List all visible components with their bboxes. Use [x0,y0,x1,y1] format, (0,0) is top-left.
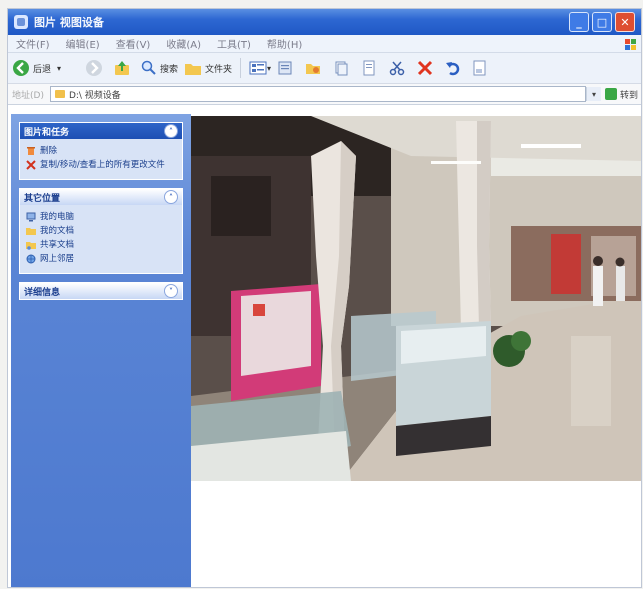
folders-label: 文件夹 [205,64,233,75]
history-icon [278,61,292,75]
document-icon [363,60,375,76]
place-label: 我的文档 [40,226,75,236]
up-folder-icon [115,61,130,75]
delete-button[interactable] [417,56,439,80]
task-pane: 图片和任务 ˄ 删除 复制/移动/查看上的所有更改文件 其它位置 ˄ 我的电脑 … [11,114,191,587]
content-area: 图片和任务 ˄ 删除 复制/移动/查看上的所有更改文件 其它位置 ˄ 我的电脑 … [8,114,641,587]
undo-icon [446,62,460,76]
picture-tasks-header[interactable]: 图片和任务 ˄ [20,123,182,139]
menu-tools[interactable]: 工具(T) [217,36,251,51]
toolbar: 后退 ▾ 搜索 文件夹 ▾ [8,53,641,84]
place-label: 共享文档 [40,240,75,250]
address-label: 地址(D) [12,90,44,101]
network-icon [26,254,36,264]
other-places-header[interactable]: 其它位置 ˄ [20,189,182,205]
search-label: 搜索 [160,64,179,75]
collapse-chevron-icon[interactable]: ˄ [164,124,178,138]
image-preview[interactable] [191,116,641,481]
maximize-button[interactable]: □ [592,12,612,32]
place-label: 网上邻居 [40,254,75,264]
place-label: 我的电脑 [40,212,75,222]
close-button[interactable]: ✕ [615,12,635,32]
other-places-panel: 其它位置 ˄ 我的电脑 我的文档 共享文档 网上邻居 [19,188,183,274]
toolbar-separator [240,58,242,78]
mall-photo [191,116,641,481]
place-my-computer[interactable]: 我的电脑 [26,211,176,223]
menu-help[interactable]: 帮助(H) [267,36,302,51]
page-icon [473,60,486,76]
back-button[interactable]: 后退 [12,56,51,80]
place-my-documents[interactable]: 我的文档 [26,225,176,237]
views-icon [249,61,267,75]
search-icon [141,60,156,75]
computer-icon [26,212,36,222]
documents-folder-icon [26,228,36,235]
copy-to-icon [335,61,348,76]
back-label: 后退 [33,64,52,75]
folder-icon [54,90,65,98]
place-shared-documents[interactable]: 共享文档 [26,239,176,251]
minimize-button[interactable]: _ [569,12,589,32]
panel-body: 我的电脑 我的文档 共享文档 网上邻居 [20,205,182,273]
folder-icon [185,64,202,75]
expand-chevron-icon[interactable]: ˅ [164,284,178,298]
menu-edit[interactable]: 编辑(E) [66,36,100,51]
explorer-window: 图片 视图设备 _ □ ✕ 文件(F) 编辑(E) 查看(V) 收藏(A) 工具… [8,9,641,587]
forward-arrow-icon [86,60,103,76]
task-label: 删除 [40,146,58,156]
search-button[interactable]: 搜索 [141,56,178,80]
address-bar: 地址(D) D:\ 视频设备 ▾ 转到 [8,84,641,105]
page-button[interactable] [473,56,495,80]
history-button[interactable] [277,56,299,80]
panel-body: 删除 复制/移动/查看上的所有更改文件 [20,139,182,179]
details-header[interactable]: 详细信息 ˅ [20,283,182,299]
task-copy-move[interactable]: 复制/移动/查看上的所有更改文件 [26,159,176,171]
app-icon [14,15,28,29]
properties-button[interactable] [361,56,383,80]
address-field[interactable]: D:\ 视频设备 [49,86,586,102]
go-label: 转到 [619,90,638,101]
picture-tasks-panel: 图片和任务 ˄ 删除 复制/移动/查看上的所有更改文件 [19,122,183,180]
go-button[interactable]: 转到 [604,88,638,101]
up-folder-button[interactable] [113,56,135,80]
preview-empty-area [191,481,641,587]
menu-view[interactable]: 查看(V) [116,36,151,51]
go-arrow-icon [604,88,617,100]
place-network[interactable]: 网上邻居 [26,253,176,265]
address-value: D:\ 视频设备 [68,90,121,101]
move-to-button[interactable] [305,56,327,80]
panel-title: 详细信息 [24,287,61,298]
move-to-folder-icon [306,64,321,74]
back-arrow-icon [13,60,29,76]
delete-x-icon [26,160,36,170]
folders-button[interactable]: 文件夹 [184,56,232,80]
windows-flag-icon [625,39,636,50]
scissors-icon [389,61,405,76]
forward-button[interactable] [85,56,107,80]
details-panel: 详细信息 ˅ [19,282,183,300]
views-button[interactable]: ▾ [249,56,271,80]
panel-title: 图片和任务 [24,127,70,138]
title-bar: 图片 视图设备 _ □ ✕ [8,9,641,35]
task-delete[interactable]: 删除 [26,145,176,157]
window-title: 图片 视图设备 [34,16,104,29]
undo-button[interactable] [445,56,467,80]
recycle-bin-icon [27,147,35,155]
task-label: 复制/移动/查看上的所有更改文件 [40,160,165,170]
menu-favorites[interactable]: 收藏(A) [166,36,201,51]
shared-folder-icon [26,242,36,250]
address-dropdown-button[interactable]: ▾ [585,87,601,101]
menu-file[interactable]: 文件(F) [16,36,50,51]
collapse-chevron-icon[interactable]: ˄ [164,190,178,204]
delete-x-icon [418,60,433,76]
copy-to-button[interactable] [333,56,355,80]
menu-bar: 文件(F) 编辑(E) 查看(V) 收藏(A) 工具(T) 帮助(H) [8,35,641,53]
back-dropdown[interactable]: ▾ [57,56,79,80]
panel-title: 其它位置 [24,193,61,204]
cut-button[interactable] [389,56,411,80]
